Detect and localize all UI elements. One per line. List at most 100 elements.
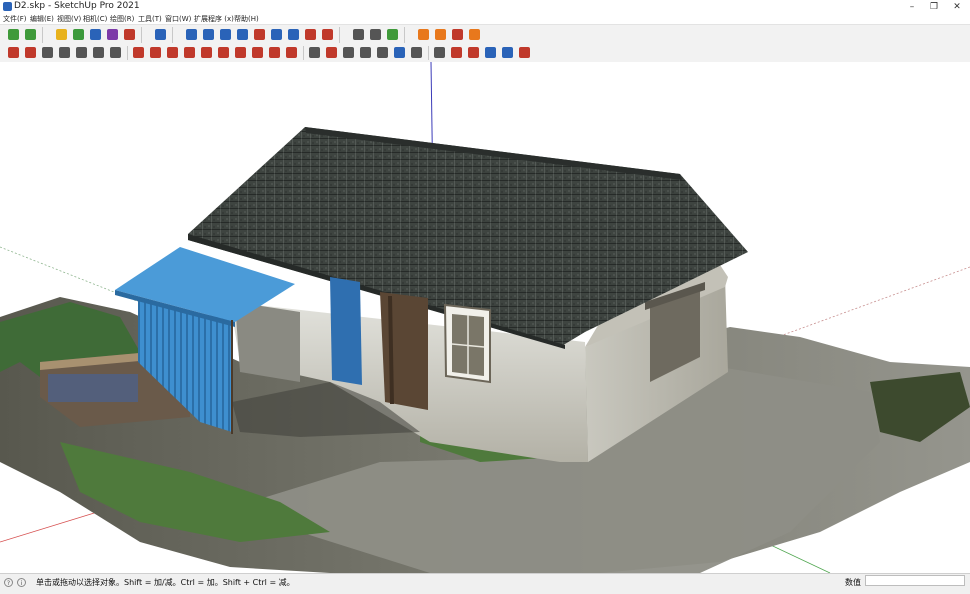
grid-tool-button[interactable] xyxy=(57,45,72,60)
download-tray-button[interactable] xyxy=(416,27,431,42)
export-tray-button[interactable] xyxy=(433,27,448,42)
line-tool-icon xyxy=(133,47,144,58)
hatch-tool-icon xyxy=(110,47,121,58)
section-plane-icon xyxy=(220,29,231,40)
shield-button[interactable] xyxy=(351,27,366,42)
house-blue-icon xyxy=(90,29,101,40)
rotate-arc-icon xyxy=(288,29,299,40)
toolbar-separator xyxy=(339,27,340,43)
get-started-button[interactable] xyxy=(6,27,21,42)
group-box-icon xyxy=(411,47,422,58)
stripes-tool-icon xyxy=(76,47,87,58)
offset-tool-button[interactable] xyxy=(40,45,55,60)
solid-tool-button[interactable] xyxy=(307,45,322,60)
component-button[interactable] xyxy=(432,45,447,60)
freehand-tool-button[interactable] xyxy=(182,45,197,60)
section-plane-button[interactable] xyxy=(218,27,233,42)
menu-help[interactable]: 帮助(H) xyxy=(234,14,259,24)
menu-draw[interactable]: 绘图(R) xyxy=(110,14,134,24)
su-plugin-button[interactable] xyxy=(517,45,532,60)
paint-bucket-button[interactable] xyxy=(284,45,299,60)
outer-shell-button[interactable] xyxy=(392,45,407,60)
node-tool-button[interactable] xyxy=(233,45,248,60)
house-purple-button[interactable] xyxy=(105,27,120,42)
brush-tool-icon xyxy=(451,47,462,58)
settings-gear-icon xyxy=(469,29,480,40)
grid-tool-icon xyxy=(59,47,70,58)
arc-tool-button[interactable] xyxy=(148,45,163,60)
look-around-button[interactable] xyxy=(500,45,515,60)
toolbar-separator xyxy=(428,46,429,60)
move-layer-icon xyxy=(186,29,197,40)
line-tool-button[interactable] xyxy=(131,45,146,60)
select-arrow-button[interactable] xyxy=(23,27,38,42)
window-title: D2.skp - SketchUp Pro 2021 xyxy=(14,1,140,11)
house-green-button[interactable] xyxy=(71,27,86,42)
paint-brush-button[interactable] xyxy=(466,45,481,60)
extension-warehouse-button[interactable] xyxy=(450,27,465,42)
house-yellow-button[interactable] xyxy=(54,27,69,42)
brush-tool-button[interactable] xyxy=(449,45,464,60)
paint-brush-icon xyxy=(468,47,479,58)
polygon-tool-button[interactable] xyxy=(216,45,231,60)
bezier-tool-button[interactable] xyxy=(250,45,265,60)
menu-extensions[interactable]: 扩展程序 (x) xyxy=(194,14,234,24)
menu-window[interactable]: 窗口(W) xyxy=(165,14,191,24)
su-plugin-icon xyxy=(519,47,530,58)
leaf-button[interactable] xyxy=(385,27,400,42)
shape-tool-icon xyxy=(201,47,212,58)
scale-tool-button[interactable] xyxy=(324,45,339,60)
split-tool-icon xyxy=(343,47,354,58)
restore-button[interactable]: ❐ xyxy=(922,0,946,14)
push-pull-button[interactable] xyxy=(23,45,38,60)
menu-camera[interactable]: 相机(C) xyxy=(83,14,107,24)
intersect-button[interactable] xyxy=(375,45,390,60)
rotate-arc-button[interactable] xyxy=(286,27,301,42)
menu-bar: 文件(F) 编辑(E) 视图(V) 相机(C) 绘图(R) 工具(T) 窗口(W… xyxy=(0,14,970,24)
geo-location-icon[interactable]: ? xyxy=(4,578,13,587)
push-layer-button[interactable] xyxy=(201,27,216,42)
house-blue-button[interactable] xyxy=(88,27,103,42)
stripes-tool-button[interactable] xyxy=(74,45,89,60)
measurements-label: 数值 xyxy=(845,578,861,587)
dimension-icon xyxy=(271,29,282,40)
move-layer-button[interactable] xyxy=(184,27,199,42)
lock-layer-button[interactable] xyxy=(368,27,383,42)
geo-location-button[interactable] xyxy=(122,27,137,42)
house-green-icon xyxy=(73,29,84,40)
main-toolbar xyxy=(0,24,970,45)
up-down-arrows-button[interactable] xyxy=(235,27,250,42)
shape-tool-button[interactable] xyxy=(199,45,214,60)
toolbar-separator xyxy=(172,27,173,43)
sandbox-icon xyxy=(155,29,166,40)
follow-me-button[interactable] xyxy=(358,45,373,60)
status-hint: 单击或拖动以选择对象。Shift = 加/减。Ctrl = 加。Shift + … xyxy=(36,578,295,587)
settings-gear-button[interactable] xyxy=(467,27,482,42)
select-arrow-icon xyxy=(25,29,36,40)
model-viewport[interactable] xyxy=(0,62,970,573)
menu-edit[interactable]: 编辑(E) xyxy=(30,14,54,24)
group-box-button[interactable] xyxy=(409,45,424,60)
eraser-tool-button[interactable] xyxy=(267,45,282,60)
split-tool-button[interactable] xyxy=(341,45,356,60)
document-button[interactable] xyxy=(320,27,335,42)
close-button[interactable]: ✕ xyxy=(945,0,969,14)
minimize-button[interactable]: – xyxy=(900,0,924,14)
dimension-button[interactable] xyxy=(269,27,284,42)
viewport-canvas[interactable] xyxy=(0,62,970,573)
sandbox-button[interactable] xyxy=(153,27,168,42)
hatch-tool-button[interactable] xyxy=(108,45,123,60)
menu-tools[interactable]: 工具(T) xyxy=(138,14,162,24)
info-icon[interactable]: i xyxy=(17,578,26,587)
layer-tool-button[interactable] xyxy=(91,45,106,60)
curve-tool-button[interactable] xyxy=(165,45,180,60)
pencil-tool-button[interactable] xyxy=(6,45,21,60)
up-down-arrows-icon xyxy=(237,29,248,40)
undo-arc-button[interactable] xyxy=(303,27,318,42)
menu-file[interactable]: 文件(F) xyxy=(3,14,27,24)
flip-arrows-button[interactable] xyxy=(252,27,267,42)
measurements-input[interactable] xyxy=(865,575,965,586)
walk-tool-button[interactable] xyxy=(483,45,498,60)
menu-view[interactable]: 视图(V) xyxy=(57,14,81,24)
layer-tool-icon xyxy=(93,47,104,58)
